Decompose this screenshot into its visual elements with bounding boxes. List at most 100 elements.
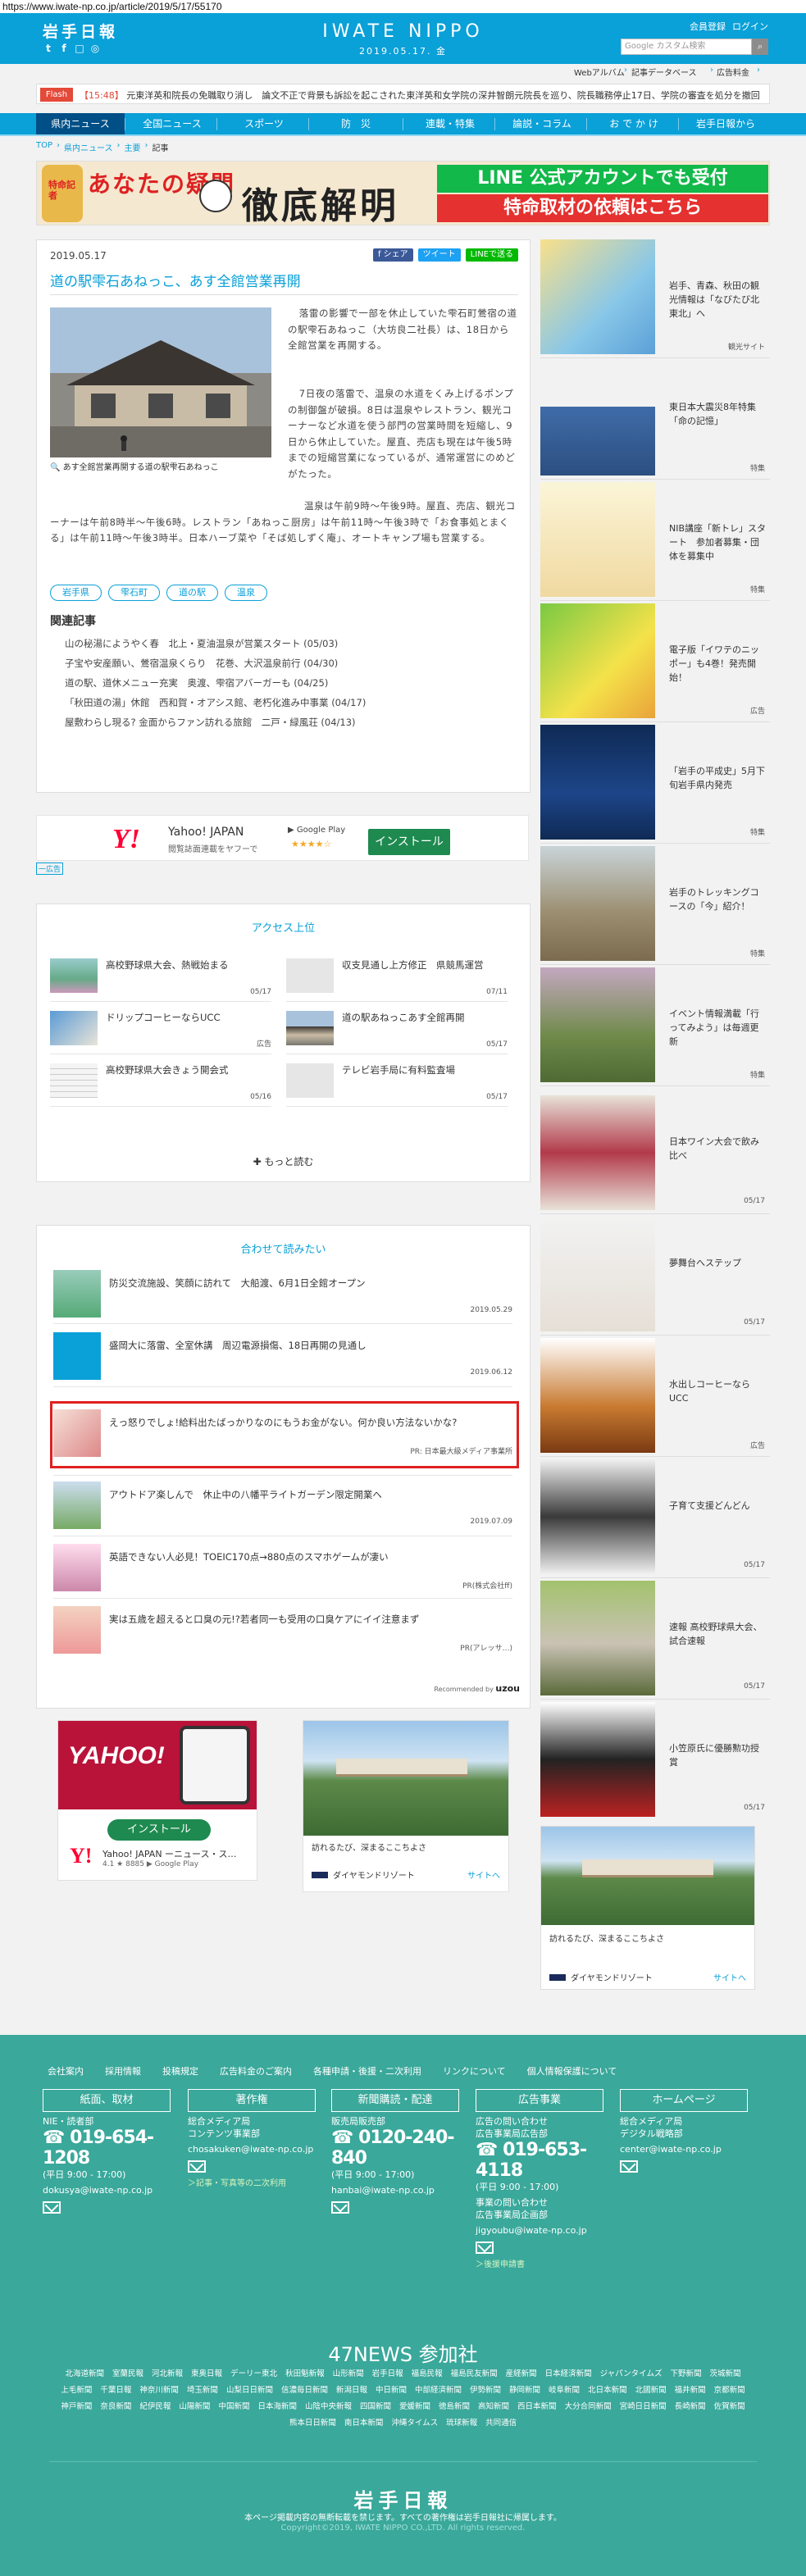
tag-michinoeki[interactable]: 道の駅 (166, 585, 218, 601)
partner-paper-link[interactable]: 産経新聞 (506, 2369, 537, 2378)
partner-paper-link[interactable]: 北國新聞 (635, 2386, 667, 2395)
search-input[interactable]: Google カスタム検索 (621, 39, 752, 55)
partner-paper-link[interactable]: 長崎新聞 (675, 2402, 706, 2411)
contact-email[interactable]: hanbai@iwate-np.co.jp (331, 2184, 459, 2196)
partner-paper-link[interactable]: 室蘭民報 (112, 2369, 143, 2378)
partner-paper-link[interactable]: 北日本新聞 (588, 2386, 627, 2395)
facebook-share-button[interactable]: f シェア (372, 248, 413, 262)
related-link[interactable]: 子宝や安産願い、鶯宿温泉くらり 花巻、大沢温泉前行 (04/30) (65, 653, 366, 673)
partner-paper-link[interactable]: 西日本新聞 (517, 2402, 557, 2411)
partner-paper-link[interactable]: 信濃毎日新聞 (281, 2386, 328, 2395)
partner-paper-link[interactable]: 中部経済新聞 (415, 2386, 462, 2395)
partner-paper-link[interactable]: 四国新聞 (360, 2402, 391, 2411)
partner-paper-link[interactable]: 熊本日日新聞 (289, 2419, 336, 2428)
partner-paper-link[interactable]: 南日本新聞 (344, 2419, 384, 2428)
partner-paper-link[interactable]: 山陽新聞 (179, 2402, 210, 2411)
contact-email[interactable]: dokusya@iwate-np.co.jp (43, 2184, 171, 2196)
contact-phone[interactable]: ☎ 019-654-1208 (43, 2128, 171, 2169)
contact-email[interactable]: chosakuken@iwate-np.co.jp (188, 2143, 316, 2155)
breadcrumb-top[interactable]: TOP (36, 141, 52, 153)
partner-paper-link[interactable]: 宮崎日日新聞 (620, 2402, 667, 2411)
tag-shizukuishi[interactable]: 雫石町 (108, 585, 160, 601)
tag-onsen[interactable]: 温泉 (225, 585, 267, 601)
partner-paper-link[interactable]: 福島民友新聞 (451, 2369, 498, 2378)
partner-paper-link[interactable]: 伊勢新聞 (470, 2386, 501, 2395)
partner-paper-link[interactable]: 河北新報 (152, 2369, 183, 2378)
partner-paper-link[interactable]: 神戸新聞 (61, 2402, 92, 2411)
read-more-button[interactable]: ✚ もっと読む (37, 1154, 530, 1168)
partner-paper-link[interactable]: 千葉日報 (100, 2386, 131, 2395)
footer-link[interactable]: 採用情報 (105, 2064, 141, 2078)
recommend-item[interactable]: 防災交流施設、笑顔に訪れて 大船渡、6月1日全館オープン 2019.05.29 (53, 1268, 512, 1318)
login-link[interactable]: ログイン (732, 20, 768, 33)
ranking-item[interactable]: 高校野球県大会きょう開会式 05/16 (50, 1058, 271, 1103)
partner-paper-link[interactable]: 山梨日日新聞 (226, 2386, 273, 2395)
search-icon[interactable]: ⌕ (752, 39, 768, 55)
partner-paper-link[interactable]: 東奥日報 (191, 2369, 222, 2378)
mail-icon[interactable] (188, 2160, 206, 2173)
sidebar-item[interactable]: 水出しコーヒーならUCC 広告 (540, 1338, 770, 1453)
partner-paper-link[interactable]: 秋田魁新報 (285, 2369, 325, 2378)
partner-paper-link[interactable]: 茨城新聞 (710, 2369, 741, 2378)
partner-paper-link[interactable]: 下野新聞 (670, 2369, 701, 2378)
nav-local-news[interactable]: 県内ニュース (36, 113, 125, 134)
footer-link[interactable]: 投稿規定 (162, 2064, 198, 2078)
install-button[interactable]: インストール (107, 1819, 211, 1841)
nav-national-news[interactable]: 全国ニュース (128, 113, 216, 134)
contact-email[interactable]: center@iwate-np.co.jp (620, 2143, 748, 2155)
partner-paper-link[interactable]: 佐賀新聞 (714, 2402, 745, 2411)
register-link[interactable]: 会員登録 (690, 20, 726, 33)
partner-paper-link[interactable]: 埼玉新聞 (187, 2386, 218, 2395)
twitter-share-button[interactable]: ツイート (417, 248, 461, 262)
footer-link[interactable]: 広告料金のご案内 (220, 2064, 292, 2078)
partner-paper-link[interactable]: 紀伊民報 (139, 2402, 171, 2411)
utility-link-database[interactable]: 記事データベース (631, 66, 697, 78)
sidebar-item[interactable]: NIB講座「新トレ」スタート 参加者募集・団体を募集中 特集 (540, 482, 770, 597)
partner-paper-link[interactable]: 岩手日報 (372, 2369, 403, 2378)
recommend-item[interactable]: 英語できない人必見！TOEIC170点→880点のスマホゲームが凄い PR(株式… (53, 1542, 512, 1591)
sidebar-item[interactable]: 電子版「イワテのニッポー」も4巻！発売開始！ 広告 (540, 603, 770, 718)
flash-headline[interactable]: 【15:48】 元東洋英和院長の免職取り消し 論文不正で背景も訴訟を起こされた東… (80, 89, 760, 102)
mail-icon[interactable] (620, 2160, 638, 2173)
footer-link[interactable]: 会社案内 (48, 2064, 84, 2078)
footer-link[interactable]: リンクについて (443, 2064, 506, 2078)
nav-sports[interactable]: スポーツ (220, 113, 308, 134)
mail-icon[interactable] (476, 2241, 494, 2254)
partner-paper-link[interactable]: 大分合同新聞 (565, 2402, 612, 2411)
partner-paper-link[interactable]: 中国新聞 (218, 2402, 249, 2411)
sidebar-item[interactable]: 小笠原氏に優勝勲功授賞 05/17 (540, 1702, 770, 1817)
contact-phone[interactable]: ☎ 0120-240-840 (331, 2128, 459, 2169)
recommend-item[interactable]: 盛岡大に落雷、全室休講 周辺電源損傷、18日再開の見通し 2019.06.12 (53, 1331, 512, 1380)
install-button[interactable]: インストール (368, 829, 450, 855)
yahoo-news-ad[interactable]: YAHOO! インストール Y! Yahoo! JAPAN ーニュース・ス… 4… (57, 1720, 257, 1881)
related-link[interactable]: 屋敷わらし現る? 金面からファン訪れる旅館 二戸・緑風荘 (04/13) (65, 712, 366, 732)
partner-paper-link[interactable]: 新潟日報 (336, 2386, 367, 2395)
line-share-button[interactable]: LINEで送る (465, 248, 518, 262)
partner-paper-link[interactable]: 高知新聞 (478, 2402, 509, 2411)
utility-link-adrate[interactable]: 広告料金 (717, 66, 749, 78)
related-link[interactable]: 道の駅、道休メニュー充実 奥渡、雫宿アバーガーも (04/25) (65, 673, 366, 693)
related-link[interactable]: 「秋田道の湯」休館 西和賀・オアシス館、老朽化進み中事業 (04/17) (65, 693, 366, 712)
nav-columns[interactable]: 論説・コラム (498, 113, 586, 134)
partner-paper-link[interactable]: 岐阜新聞 (549, 2386, 580, 2395)
partner-paper-link[interactable]: 沖縄タイムス (391, 2419, 438, 2428)
nav-features[interactable]: 連載・特集 (406, 113, 494, 134)
sidebar-resort-ad[interactable]: 訪れるたび、深まるここちよさ ダイヤモンドリゾート サイトへ (540, 1826, 755, 1990)
partner-paper-link[interactable]: 京都新聞 (714, 2386, 745, 2395)
diamond-resort-ad[interactable]: 訪れるたび、深まるここちよさ ダイヤモンドリゾート サイトへ (303, 1720, 509, 1892)
sidebar-item[interactable]: イベント情報満載「行ってみよう」は毎週更新 特集 (540, 967, 770, 1082)
footer-logo[interactable]: 岩手日報 (0, 2484, 806, 2513)
ad-label[interactable]: 一広告 (36, 862, 64, 875)
sidebar-item[interactable]: 日本ワイン大会で飲み比べ 05/17 (540, 1095, 770, 1210)
partner-paper-link[interactable]: 日本経済新聞 (545, 2369, 592, 2378)
sponsorship-link[interactable]: ＞後援申請書 (476, 2257, 603, 2269)
partner-paper-link[interactable]: 山形新聞 (333, 2369, 364, 2378)
related-link[interactable]: 山の秘湯にようやく春 北上・夏油温泉が営業スタート (05/03) (65, 634, 366, 653)
recommend-item[interactable]: 実は五歳を超えると口臭の元!?若者同一も受用の口臭ケアにイイ注意まず PR(アレ… (53, 1604, 512, 1654)
ranking-item[interactable]: 道の駅あねっこあす全館再開 05/17 (286, 1006, 508, 1050)
partner-paper-link[interactable]: デーリー東北 (230, 2369, 277, 2378)
partner-paper-link[interactable]: ジャパンタイムズ (600, 2369, 663, 2378)
sidebar-item[interactable]: 岩手、青森、秋田の観光情報は「なびたび北東北」へ 観光サイト (540, 239, 770, 354)
nav-from-nippo[interactable]: 岩手日報から (681, 113, 770, 134)
partner-paper-link[interactable]: 静岡新聞 (509, 2386, 540, 2395)
